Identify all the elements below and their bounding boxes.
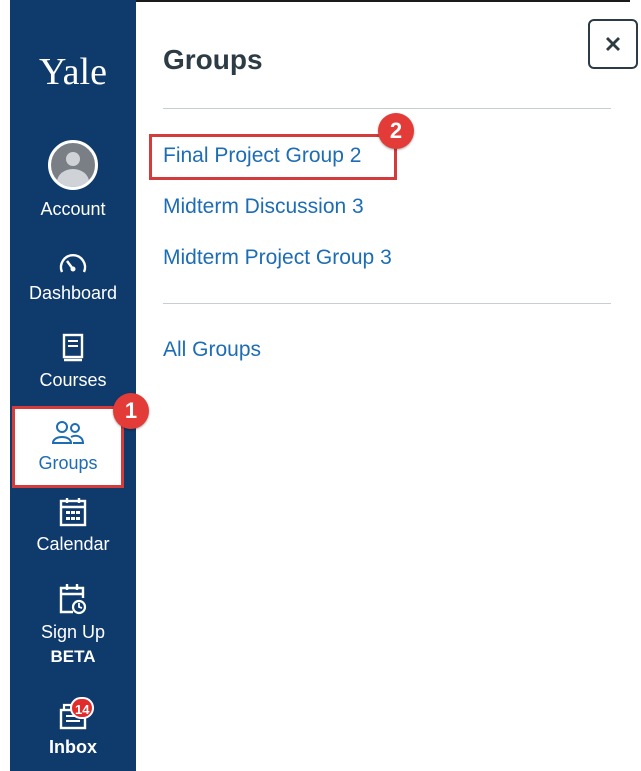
nav-item-label-line1: Sign Up (40, 622, 106, 642)
group-link-midterm-project-group-3[interactable]: Midterm Project Group 3 (163, 246, 392, 270)
step-callout-2: 2 (378, 113, 414, 149)
courses-icon (62, 333, 84, 362)
nav-item-sign-up[interactable]: Sign Up BETA (10, 582, 136, 669)
group-link-final-project-group-2[interactable]: Final Project Group 2 (163, 144, 361, 168)
nav-item-label: Inbox (49, 737, 97, 757)
nav-item-label: Calendar (36, 534, 110, 554)
close-icon (606, 37, 620, 51)
tray-divider-top (163, 108, 611, 109)
nav-item-label: Account (40, 199, 106, 219)
tray-title: Groups (163, 44, 263, 75)
beta-label: BETA (50, 647, 96, 666)
nav-item-courses[interactable]: Courses (10, 333, 136, 393)
tray-divider-bottom (163, 303, 611, 304)
nav-item-dashboard[interactable]: Dashboard (10, 250, 136, 306)
step-callout-1: 1 (113, 393, 149, 429)
group-link-midterm-discussion-3[interactable]: Midterm Discussion 3 (163, 195, 364, 219)
nav-item-account[interactable]: Account (10, 140, 136, 222)
groups-icon (51, 421, 85, 444)
global-nav: Yale Account Dashboard Courses Groups Ca… (0, 0, 136, 771)
inbox-unread-badge: 14 (70, 697, 95, 719)
dashboard-icon (59, 254, 87, 273)
nav-item-label: Courses (39, 370, 107, 390)
all-groups-link[interactable]: All Groups (163, 338, 261, 362)
calendar-icon (59, 498, 87, 527)
account-avatar-icon (48, 140, 98, 190)
nav-item-groups[interactable]: Groups (12, 406, 124, 488)
signup-clock-icon (59, 584, 87, 615)
nav-item-calendar[interactable]: Calendar (10, 497, 136, 557)
nav-item-label: Groups (38, 453, 98, 473)
close-tray-button[interactable] (588, 19, 638, 69)
nav-item-label: Dashboard (28, 283, 118, 303)
yale-logo[interactable]: Yale (10, 50, 136, 94)
